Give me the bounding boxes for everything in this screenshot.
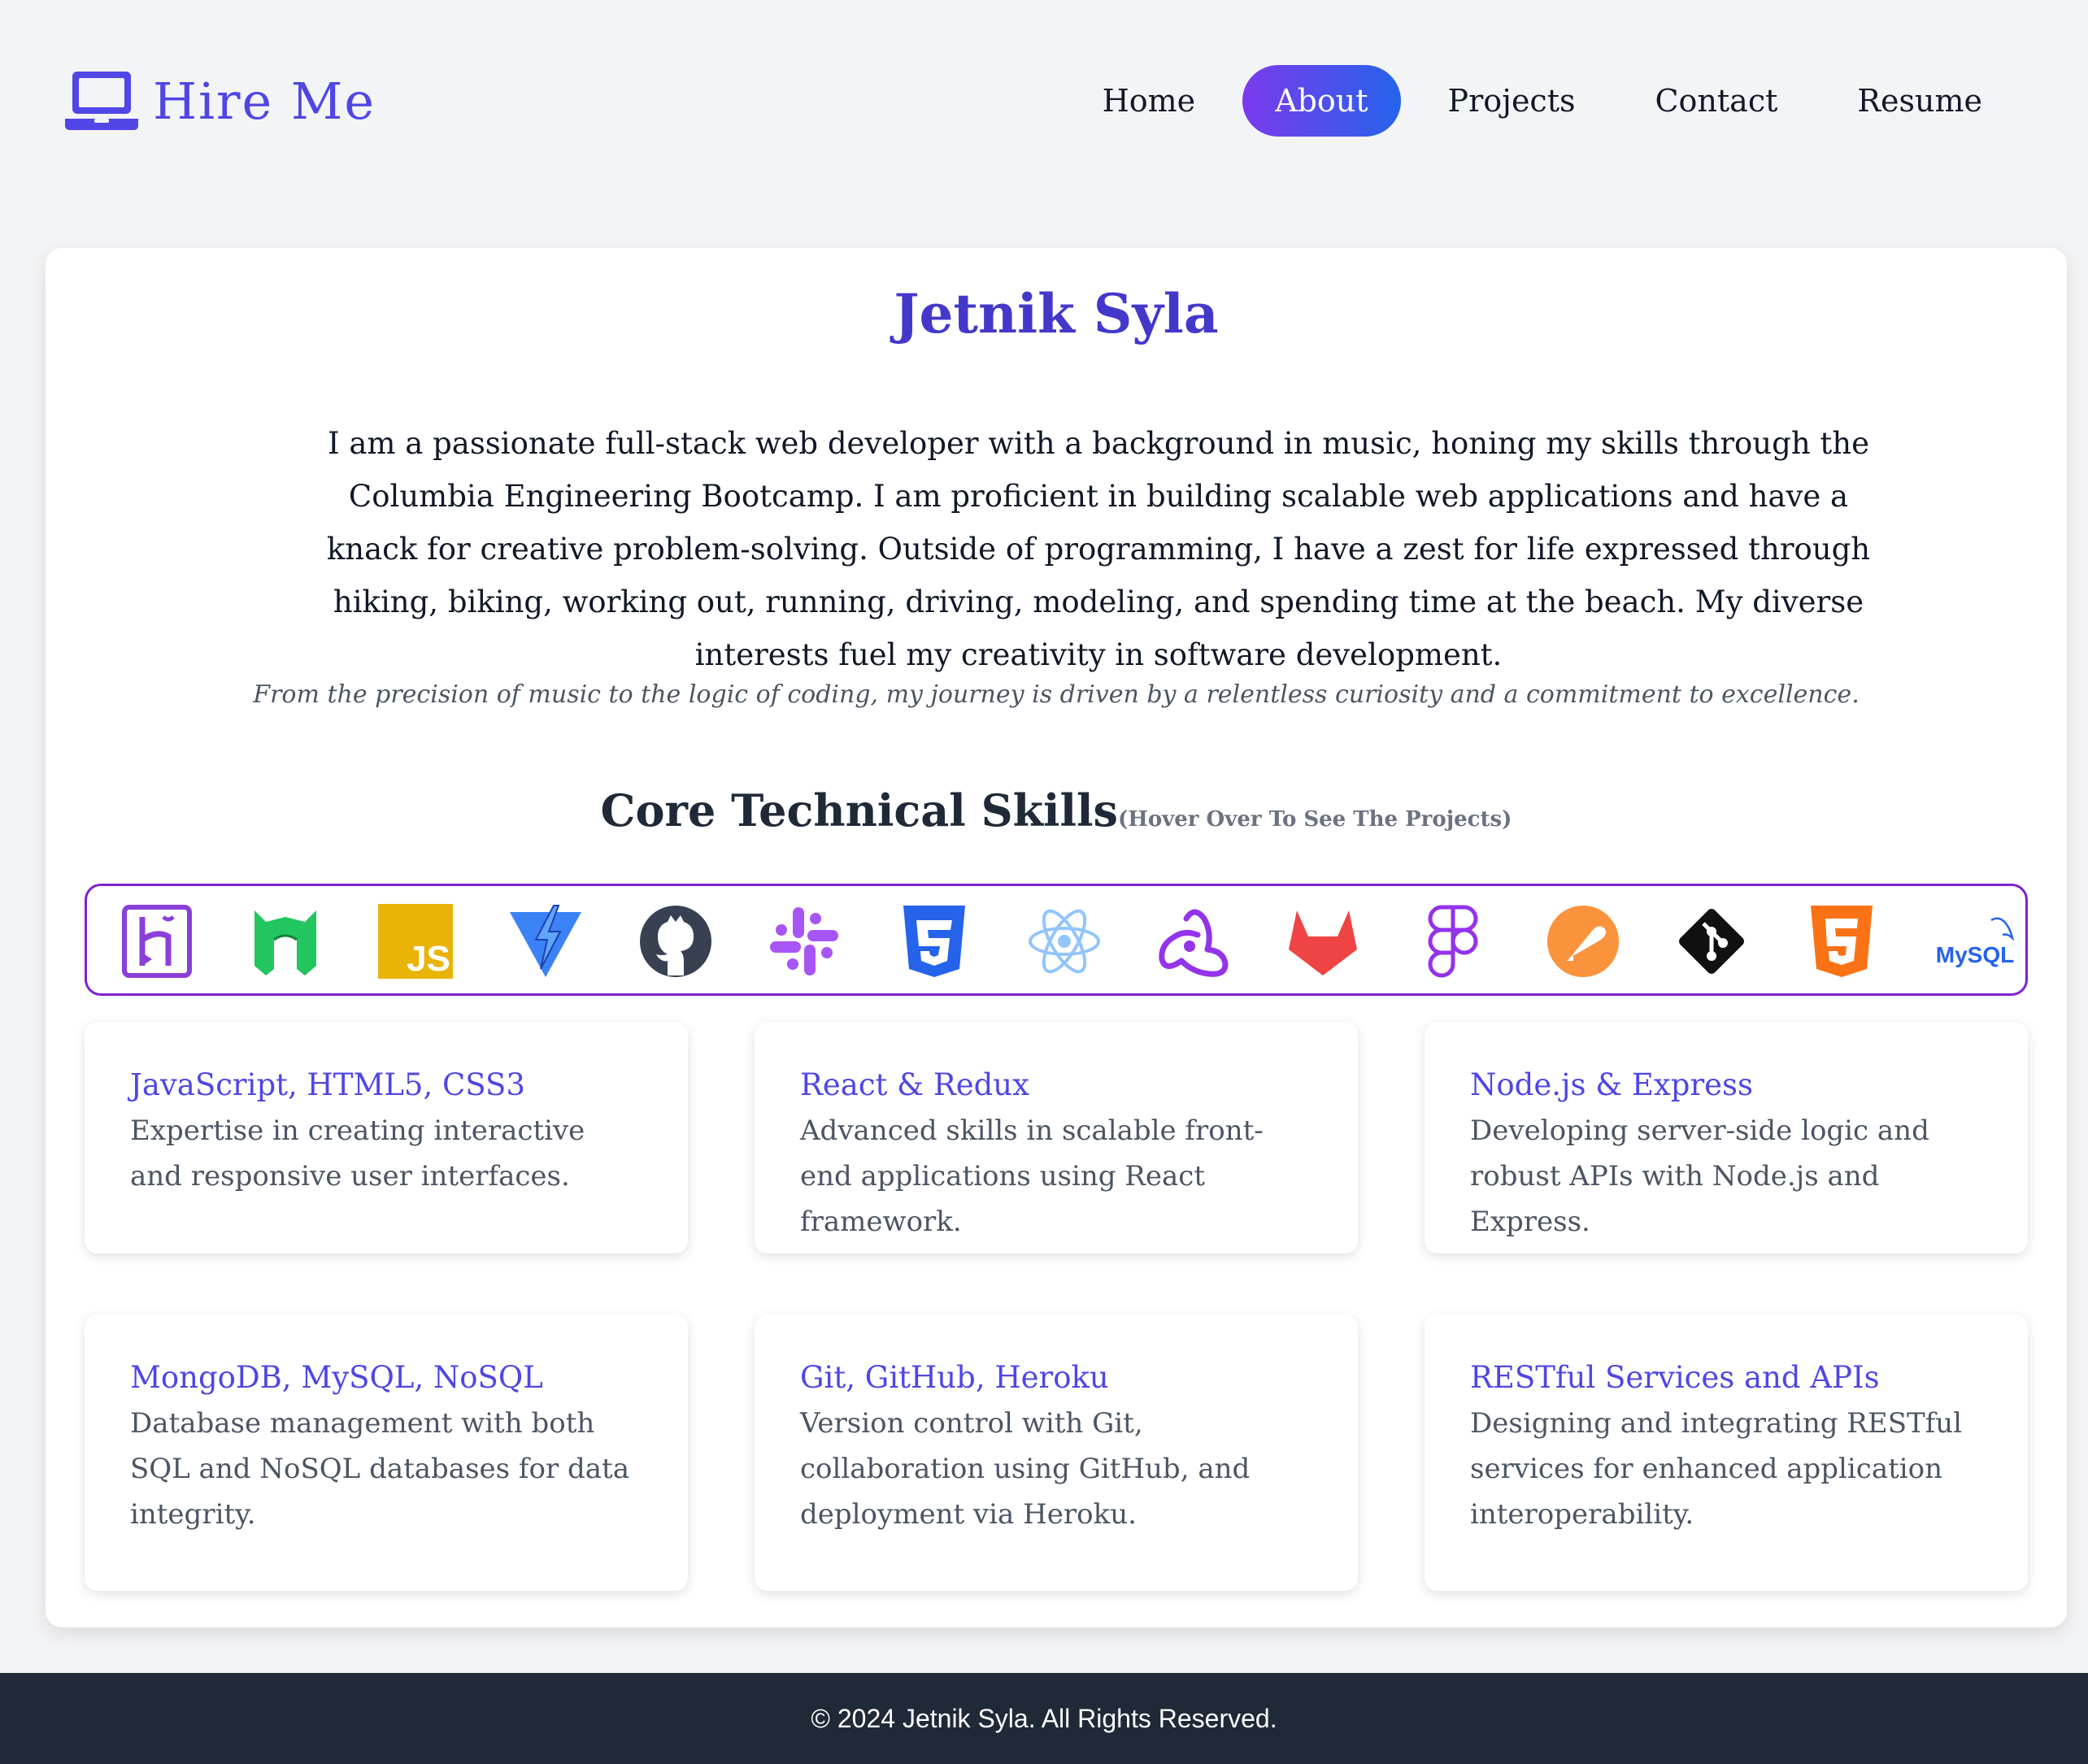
css3-icon[interactable]	[897, 904, 972, 979]
skill-card-desc: Database management with both SQL and No…	[130, 1407, 629, 1531]
logo-text: Hire Me	[153, 71, 376, 131]
skill-card-desc: Designing and integrating RESTful servic…	[1470, 1407, 1963, 1531]
skill-card[interactable]: RESTful Services and APIs Designing and …	[1425, 1314, 2028, 1591]
slack-icon[interactable]	[767, 904, 842, 979]
redux-icon[interactable]	[1157, 904, 1232, 979]
javascript-icon[interactable]: JS	[378, 904, 453, 979]
nodemon-icon[interactable]	[248, 904, 323, 979]
skill-card-title: React & Redux	[800, 1067, 1029, 1102]
skill-card-desc: Expertise in creating interactive and re…	[130, 1114, 585, 1193]
nav-home[interactable]: Home	[1070, 65, 1229, 137]
nav-about[interactable]: About	[1242, 65, 1401, 137]
javascript-logo-text: JS	[407, 939, 450, 979]
skill-card-desc: Developing server-side logic and robust …	[1470, 1114, 1929, 1238]
gitlab-icon[interactable]	[1285, 904, 1360, 979]
html5-icon[interactable]	[1804, 904, 1879, 979]
skill-card-title: Node.js & Express	[1470, 1067, 1754, 1102]
react-icon[interactable]	[1027, 904, 1102, 979]
skills-heading: Core Technical Skills(Hover Over To See …	[46, 784, 2067, 836]
skill-card-title: JavaScript, HTML5, CSS3	[130, 1067, 525, 1102]
skill-card-title: Git, GitHub, Heroku	[800, 1360, 1109, 1395]
skill-card[interactable]: Git, GitHub, Heroku Version control with…	[755, 1314, 1358, 1591]
skills-hint: (Hover Over To See The Projects)	[1117, 807, 1512, 832]
figma-icon[interactable]	[1416, 904, 1490, 979]
tagline: From the precision of music to the logic…	[253, 680, 1860, 709]
laptop-icon	[65, 72, 138, 130]
skill-card-title: MongoDB, MySQL, NoSQL	[130, 1360, 543, 1395]
skill-card[interactable]: React & Redux Advanced skills in scalabl…	[755, 1022, 1358, 1253]
skill-card-title: RESTful Services and APIs	[1470, 1360, 1880, 1395]
main-nav: Home About Projects Contact Resume	[1055, 65, 2015, 137]
skill-card[interactable]: JavaScript, HTML5, CSS3 Expertise in cre…	[85, 1022, 688, 1253]
skills-title: Core Technical Skills	[600, 784, 1118, 836]
git-icon[interactable]	[1674, 904, 1749, 979]
heroku-icon[interactable]	[120, 904, 194, 979]
skill-card-desc: Advanced skills in scalable front-end ap…	[800, 1114, 1264, 1238]
skill-card-desc: Version control with Git, collaboration …	[800, 1407, 1251, 1531]
skill-card[interactable]: Node.js & Express Developing server-side…	[1425, 1022, 2028, 1253]
skills-icon-strip: JS MySQL	[85, 884, 2028, 996]
site-footer: © 2024 Jetnik Syla. All Rights Reserved.	[0, 1673, 2088, 1764]
nav-contact[interactable]: Contact	[1622, 65, 1810, 137]
nav-resume[interactable]: Resume	[1825, 65, 2015, 137]
skill-card[interactable]: MongoDB, MySQL, NoSQL Database managemen…	[85, 1314, 688, 1591]
about-section: Jetnik Syla I am a passionate full-stack…	[46, 248, 2067, 1627]
logo-link[interactable]: Hire Me	[65, 68, 376, 133]
vite-icon[interactable]	[508, 904, 583, 979]
bio-paragraph: I am a passionate full-stack web develop…	[326, 426, 1871, 672]
mysql-icon[interactable]: MySQL	[1934, 904, 2019, 979]
github-icon[interactable]	[638, 904, 713, 979]
copyright-text: © 2024 Jetnik Syla. All Rights Reserved.	[811, 1703, 1277, 1733]
nav-projects[interactable]: Projects	[1416, 65, 1608, 137]
postman-icon[interactable]	[1546, 904, 1620, 979]
mysql-logo-text: MySQL	[1936, 942, 2014, 967]
profile-name: Jetnik Syla	[894, 282, 1219, 345]
site-header: Hire Me Home About Projects Contact Resu…	[0, 0, 2088, 203]
